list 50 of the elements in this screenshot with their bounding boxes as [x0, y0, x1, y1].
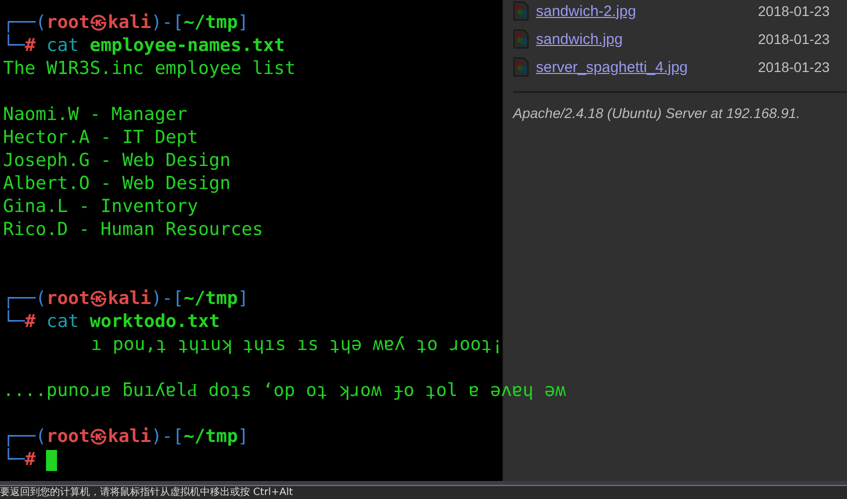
output-line: Joseph.G - Web Design — [3, 150, 231, 171]
output-line: Gina.L - Inventory — [3, 196, 198, 217]
file-link[interactable]: server_spaghetti_4.jpg — [536, 58, 758, 76]
prompt-frame: )-[ — [151, 12, 184, 33]
server-signature: Apache/2.4.18 (Ubuntu) Server at 192.168.91. — [513, 105, 802, 121]
file-date: 2018-01-23 — [758, 59, 830, 75]
command: cat — [46, 35, 79, 56]
prompt-separator: ㉿ — [90, 12, 108, 33]
output-line: Hector.A - IT Dept — [3, 127, 198, 148]
prompt-frame: )-[ — [151, 426, 184, 447]
command-argument: employee-names.txt — [90, 35, 285, 56]
output-line: Rico.D - Human Resources — [3, 219, 264, 240]
prompt-symbol: # — [24, 449, 36, 470]
prompt-user: root — [46, 426, 90, 447]
prompt-separator: ㉿ — [90, 426, 108, 447]
file-date: 2018-01-23 — [758, 3, 830, 19]
prompt-path: ~/tmp — [184, 426, 238, 447]
prompt-symbol: # — [24, 311, 36, 332]
prompt-frame: ┌──( — [3, 12, 46, 33]
output-line: ı pou,ʇ ʇɥıuʞ ʇɥıs ıs ʇɥǝ ʍɐʎ ʇo ɹooʇ¡ — [91, 334, 503, 355]
prompt-host: kali — [108, 288, 152, 309]
prompt-path: ~/tmp — [184, 288, 238, 309]
prompt-path: ~/tmp — [184, 12, 238, 33]
prompt-frame: └─ — [3, 449, 25, 470]
image-file-icon — [513, 29, 529, 49]
image-file-icon — [513, 57, 529, 77]
prompt-separator: ㉿ — [90, 288, 108, 309]
prompt-frame: ] — [238, 12, 249, 33]
output-line: Albert.O - Web Design — [3, 173, 231, 194]
command: cat — [46, 311, 79, 332]
command-argument: worktodo.txt — [90, 311, 220, 332]
output-line: ....punoɹɐ ƃuıʎɐlԀ doʇs ‘op oʇ ʞɹoʍ ɟo ʇol ɐ ǝʌɐɥ ǝʍ — [3, 380, 566, 401]
file-date: 2018-01-23 — [758, 31, 830, 47]
status-text: 要返回到您的计算机，请将鼠标指针从虚拟机中移出或按 Ctrl+Alt — [0, 486, 293, 499]
prompt-frame: ] — [238, 426, 249, 447]
prompt-frame: └─ — [3, 311, 25, 332]
prompt-user: root — [46, 288, 90, 309]
prompt-user: root — [46, 12, 90, 33]
prompt-frame: ┌──( — [3, 288, 46, 309]
prompt-frame: ┌──( — [3, 426, 46, 447]
file-link[interactable]: sandwich.jpg — [536, 30, 758, 48]
file-link[interactable]: sandwich-2.jpg — [536, 2, 758, 20]
prompt-frame: )-[ — [151, 288, 184, 309]
prompt-symbol: # — [24, 35, 36, 56]
output-line: The W1R3S.inc employee list — [3, 58, 296, 79]
prompt-host: kali — [108, 426, 152, 447]
output-line: Naomi.W - Manager — [3, 104, 188, 125]
prompt-frame: ] — [238, 288, 249, 309]
prompt-frame: └─ — [3, 35, 25, 56]
prompt-host: kali — [108, 12, 152, 33]
